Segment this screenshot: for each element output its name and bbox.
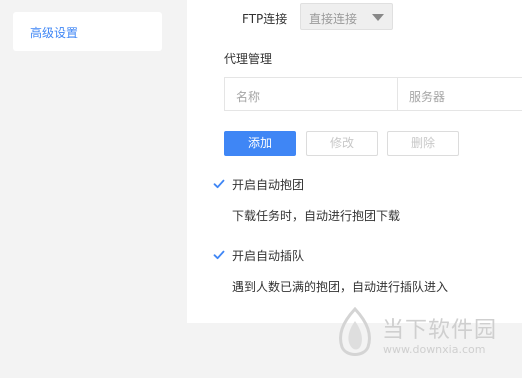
ftp-connection-label: FTP连接	[242, 12, 288, 26]
watermark-url: www.downxia.com	[383, 343, 486, 356]
proxy-table-header-server: 服务器	[398, 78, 522, 110]
ftp-connection-value: 直接连接	[309, 12, 358, 26]
auto-queue-label[interactable]: 开启自动插队	[232, 247, 304, 264]
delete-proxy-button[interactable]: 删除	[387, 131, 459, 156]
proxy-table: 名称 服务器	[224, 77, 522, 111]
auto-group-checkbox[interactable]	[213, 178, 225, 190]
ftp-connection-select[interactable]: 直接连接	[300, 3, 393, 30]
proxy-management-title: 代理管理	[224, 52, 273, 66]
settings-panel: FTP连接 直接连接 代理管理 名称 服务器 添加 修改 删除 开启自动抱团 下…	[187, 0, 522, 323]
watermark-logo-icon	[339, 307, 371, 356]
auto-group-description: 下载任务时，自动进行抱团下载	[232, 209, 401, 223]
auto-group-label[interactable]: 开启自动抱团	[232, 176, 304, 193]
add-proxy-button[interactable]: 添加	[224, 131, 296, 156]
auto-queue-description: 遇到人数已满的抱团，自动进行插队进入	[232, 280, 449, 294]
sidebar-item-label: 高级设置	[30, 26, 79, 40]
checkmark-icon	[213, 250, 225, 260]
edit-proxy-button[interactable]: 修改	[306, 131, 378, 156]
watermark-text: 当下软件园	[382, 318, 498, 343]
proxy-table-header-name: 名称	[225, 78, 398, 110]
sidebar-item-advanced-settings[interactable]: 高级设置	[13, 12, 162, 51]
auto-queue-checkbox[interactable]	[213, 249, 225, 261]
column-header-name: 名称	[236, 90, 261, 104]
checkmark-icon	[213, 179, 225, 189]
column-header-server: 服务器	[409, 90, 446, 104]
chevron-down-icon	[372, 14, 384, 21]
